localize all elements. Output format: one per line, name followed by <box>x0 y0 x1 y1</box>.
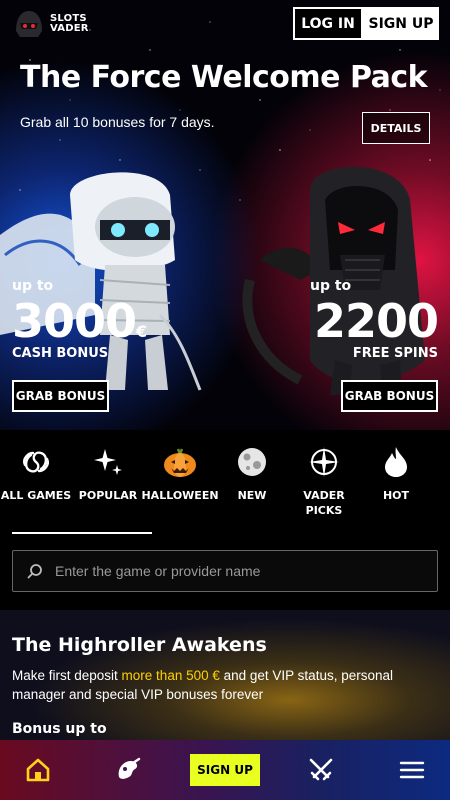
highroller-promo: The Highroller Awakens Make first deposi… <box>0 610 450 750</box>
search-icon <box>27 564 42 579</box>
flame-icon <box>378 444 414 480</box>
promo-description: Make first deposit more than 500 € and g… <box>12 668 393 702</box>
category-all-games[interactable]: ALL GAMES <box>0 440 72 532</box>
home-icon <box>26 758 50 782</box>
category-new[interactable]: NEW <box>216 440 288 532</box>
details-button[interactable]: DETAILS <box>362 112 430 144</box>
grab-cash-bonus-button[interactable]: GRAB BONUS <box>12 380 109 412</box>
promo-bonus-heading: Bonus up to <box>12 721 107 737</box>
cash-bonus-label: CASH BONUS <box>12 346 109 361</box>
nav-sports[interactable] <box>307 756 335 784</box>
promo-highlight: more than 500 € <box>121 668 220 683</box>
category-label: NEW <box>237 489 267 502</box>
active-category-underline <box>12 532 152 534</box>
slots-vader-logo[interactable]: SLOTS VADER <box>12 9 89 39</box>
category-label: HALLOWEEN <box>141 489 219 502</box>
signup-button[interactable]: SIGN UP <box>363 7 439 40</box>
nav-games[interactable] <box>114 756 142 784</box>
nav-signup-button[interactable]: SIGN UP <box>190 754 260 786</box>
free-spins-label: FREE SPINS <box>352 346 438 361</box>
bottom-nav: SIGN UP <box>0 740 450 800</box>
games-icon <box>118 757 141 779</box>
category-vader-picks[interactable]: VADER PICKS <box>288 440 360 532</box>
hero-subtitle: Grab all 10 bonuses for 7 days. <box>20 114 215 130</box>
search-input[interactable] <box>55 563 437 579</box>
hero-banner: The Force Welcome Pack Grab all 10 bonus… <box>0 0 450 430</box>
logo-text-line2: VADER <box>50 23 89 34</box>
sparkles-icon <box>90 444 126 480</box>
hero-title: The Force Welcome Pack <box>20 60 428 95</box>
galaxy-icon <box>18 444 54 480</box>
game-search-box <box>12 550 438 592</box>
menu-icon <box>399 761 425 779</box>
promo-title: The Highroller Awakens <box>12 634 267 656</box>
top-header: SLOTS VADER LOG IN SIGN UP <box>0 0 450 48</box>
category-label: POPULAR <box>78 489 138 502</box>
vader-helmet-icon <box>16 11 42 37</box>
compass-star-icon <box>306 444 342 480</box>
category-label: ALL GAMES <box>0 489 72 502</box>
moon-icon <box>234 444 270 480</box>
pumpkin-icon <box>162 444 198 480</box>
swords-icon <box>309 758 333 781</box>
category-popular[interactable]: POPULAR <box>72 440 144 532</box>
category-nav: ALL GAMES POPULAR HALLOWEEN NEW VADER PI… <box>0 440 450 532</box>
category-hot[interactable]: HOT <box>360 440 432 532</box>
free-spins-amount: 2200 <box>313 294 439 348</box>
category-halloween[interactable]: HALLOWEEN <box>141 440 219 532</box>
category-label: HOT <box>382 489 410 502</box>
category-label: VADER PICKS <box>303 489 345 517</box>
currency-symbol: € <box>136 322 148 341</box>
login-button[interactable]: LOG IN <box>293 7 363 40</box>
grab-free-spins-button[interactable]: GRAB BONUS <box>341 380 438 412</box>
nav-home[interactable] <box>24 756 52 784</box>
nav-menu[interactable] <box>398 756 426 784</box>
right-upto-label: up to <box>310 278 352 294</box>
left-upto-label: up to <box>12 278 54 294</box>
